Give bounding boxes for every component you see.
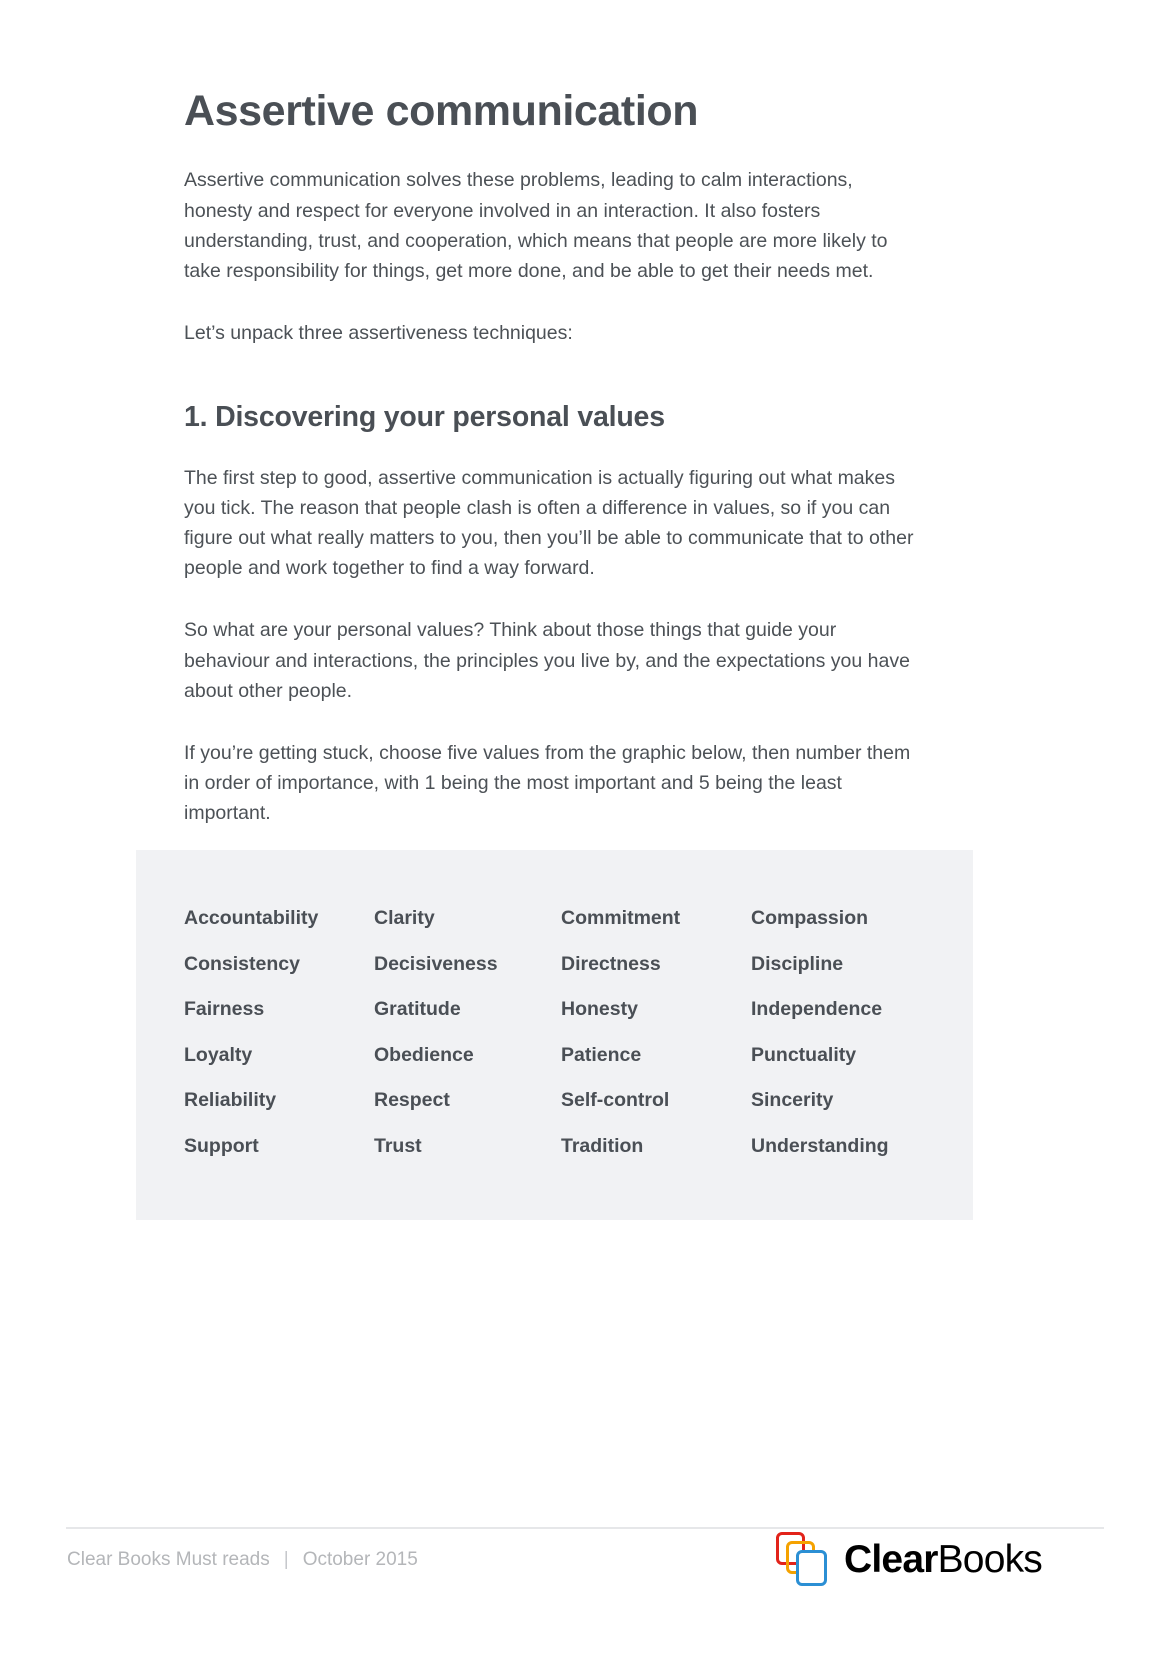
value-item: Compassion [751, 907, 869, 930]
value-item: Accountability [184, 907, 319, 930]
value-item: Tradition [561, 1134, 644, 1157]
document-page: Assertive communication Assertive commun… [0, 0, 1170, 1655]
logo-word-clear: Clear [844, 1537, 938, 1581]
section-paragraph-2: So what are your personal values? Think … [184, 619, 910, 702]
value-item: Sincerity [751, 1089, 834, 1112]
value-item: Gratitude [374, 998, 461, 1021]
value-item: Support [184, 1134, 259, 1157]
values-grid: Accountability Clarity Commitment Compas… [184, 896, 953, 1169]
value-item: Self-control [561, 1089, 670, 1112]
value-item: Trust [374, 1134, 422, 1157]
value-item: Respect [374, 1089, 450, 1112]
value-item: Honesty [561, 998, 638, 1021]
section-paragraph-1: The first step to good, assertive commun… [184, 466, 914, 580]
intro-paragraph: Assertive communication solves these pro… [184, 169, 888, 282]
lead-in-paragraph: Let’s unpack three assertiveness techniq… [184, 322, 573, 345]
page-title: Assertive communication [184, 87, 699, 135]
logo-wordmark: ClearBooks [844, 1537, 1043, 1581]
value-item: Obedience [374, 1043, 474, 1066]
footer-publication: Clear Books Must reads [67, 1549, 270, 1570]
logo-word-books: Books [937, 1537, 1043, 1581]
value-item: Commitment [561, 907, 681, 930]
value-item: Decisiveness [374, 952, 498, 975]
value-item: Patience [561, 1043, 642, 1066]
section-paragraph-3: If you’re getting stuck, choose five val… [184, 741, 911, 825]
value-item: Fairness [184, 998, 265, 1021]
value-item: Understanding [751, 1134, 889, 1157]
value-item: Discipline [751, 952, 844, 975]
value-item: Reliability [184, 1089, 277, 1112]
stacked-pages-icon [776, 1531, 834, 1589]
footer-separator: | [283, 1549, 289, 1570]
clearbooks-logo: ClearBooks [776, 1489, 1043, 1629]
footer-meta: Clear Books Must reads | October 2015 [67, 1495, 667, 1625]
value-item: Loyalty [184, 1043, 253, 1066]
section-heading: 1. Discovering your personal values [184, 401, 665, 434]
value-item: Directness [561, 952, 661, 975]
footer-date: October 2015 [302, 1549, 418, 1570]
document-content: Assertive communication Assertive commun… [184, 87, 924, 861]
value-item: Independence [751, 998, 883, 1021]
personal-values-panel: Accountability Clarity Commitment Compas… [136, 850, 973, 1220]
logo-square-blue [796, 1550, 828, 1586]
value-item: Consistency [184, 952, 300, 975]
value-item: Clarity [374, 907, 435, 930]
value-item: Punctuality [751, 1043, 857, 1066]
